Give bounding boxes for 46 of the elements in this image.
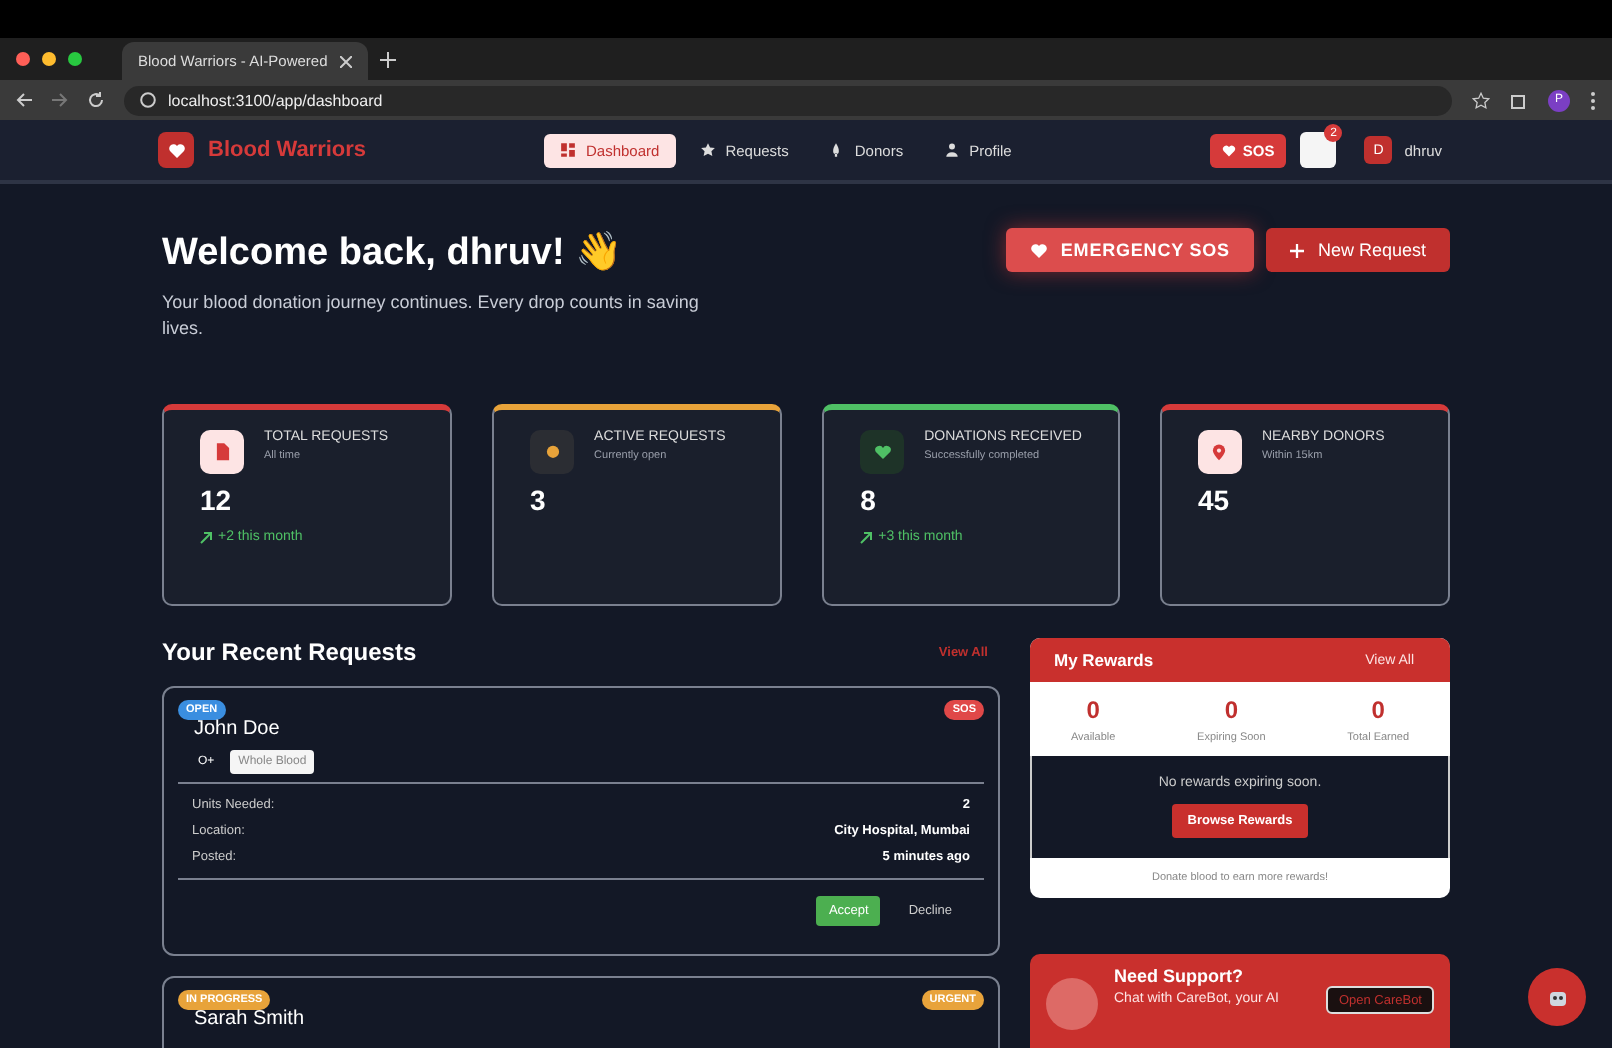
section-title: Your Recent Requests <box>162 638 417 666</box>
stat-icon <box>530 430 575 474</box>
forward-icon[interactable] <box>52 92 68 108</box>
heart-icon <box>1222 143 1237 157</box>
chatbot-button[interactable] <box>1528 968 1586 1026</box>
dashboard-icon <box>560 142 576 158</box>
stat-value: 3 <box>530 484 548 516</box>
info-icon <box>140 92 156 108</box>
plus-icon <box>1289 243 1304 257</box>
menu-icon[interactable] <box>1590 91 1596 109</box>
brand-name[interactable]: Blood Warriors <box>208 138 367 162</box>
back-icon[interactable] <box>16 92 32 108</box>
close-window-icon[interactable] <box>16 52 30 66</box>
trend-up-icon <box>200 531 212 543</box>
bookmark-star-icon[interactable] <box>1472 91 1490 109</box>
stat-value: 12 <box>200 484 234 516</box>
drop-icon <box>828 142 845 158</box>
minimize-window-icon[interactable] <box>42 52 56 66</box>
support-title: Need Support? <box>1114 966 1245 986</box>
welcome-subtitle: Your blood donation journey continues. Every drop counts in saving lives. <box>162 290 701 343</box>
stat-icon <box>200 430 244 474</box>
welcome-title: Welcome back, dhruv! 👋 <box>162 229 626 276</box>
heart-icon <box>1030 241 1049 259</box>
new-tab-icon[interactable] <box>379 51 396 67</box>
trend-up-icon <box>860 531 873 543</box>
reload-icon[interactable] <box>88 92 104 108</box>
reward-count: 0 <box>1084 696 1102 724</box>
stat-icon <box>1197 430 1242 474</box>
heart-icon <box>167 141 185 159</box>
stat-icon <box>860 430 905 474</box>
requester-name: John Doe <box>194 718 282 740</box>
reward-count: 0 <box>1369 696 1387 724</box>
reward-count: 0 <box>1222 696 1241 724</box>
extensions-icon[interactable] <box>1510 91 1528 109</box>
heart-logo[interactable] <box>158 132 194 168</box>
person-icon <box>943 142 960 158</box>
requester-name: Sarah Smith <box>194 1008 307 1030</box>
emergency-sos-button[interactable]: EMERGENCY SOS <box>1006 228 1254 272</box>
close-icon[interactable] <box>339 55 352 67</box>
maximize-window-icon[interactable] <box>68 52 82 66</box>
stat-value: 8 <box>860 484 878 516</box>
stat-value: 45 <box>1197 484 1232 516</box>
address-bar[interactable]: localhost:3100/app/dashboard <box>124 85 1452 115</box>
rewards-title: My Rewards <box>1054 650 1154 670</box>
star-icon <box>699 142 716 158</box>
new-request-button[interactable]: New Request <box>1265 228 1450 272</box>
